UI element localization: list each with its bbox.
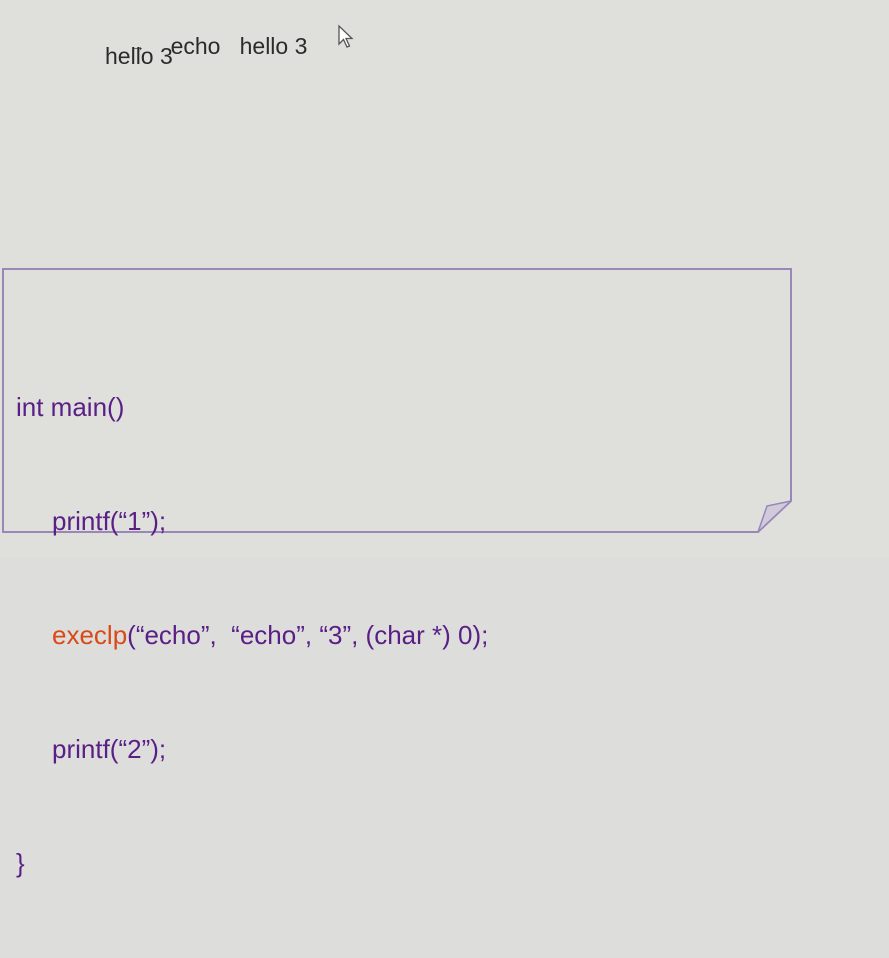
- slide: → echo hello 3 hello 3 int main() printf(…: [0, 0, 889, 878]
- mouse-cursor-icon: [338, 24, 354, 48]
- code-line-main: int main(): [16, 392, 125, 422]
- code-block: int main() printf(“1”); execlp(“echo”, “…: [16, 312, 488, 958]
- execlp-function-name: execlp: [52, 620, 128, 650]
- command-argument: hello 3: [239, 33, 308, 59]
- command-output: hello 3: [105, 43, 173, 69]
- code-line-closing-brace: }: [16, 848, 25, 878]
- execlp-arguments: (“echo”, “echo”, “3”, (char *) 0);: [127, 620, 489, 650]
- code-line-execlp: execlp(“echo”, “echo”, “3”, (char *) 0);: [16, 616, 488, 654]
- command-text: echo: [170, 33, 221, 59]
- code-line-printf-1: printf(“1”);: [52, 506, 167, 536]
- code-line-printf-2: printf(“2”);: [52, 734, 167, 764]
